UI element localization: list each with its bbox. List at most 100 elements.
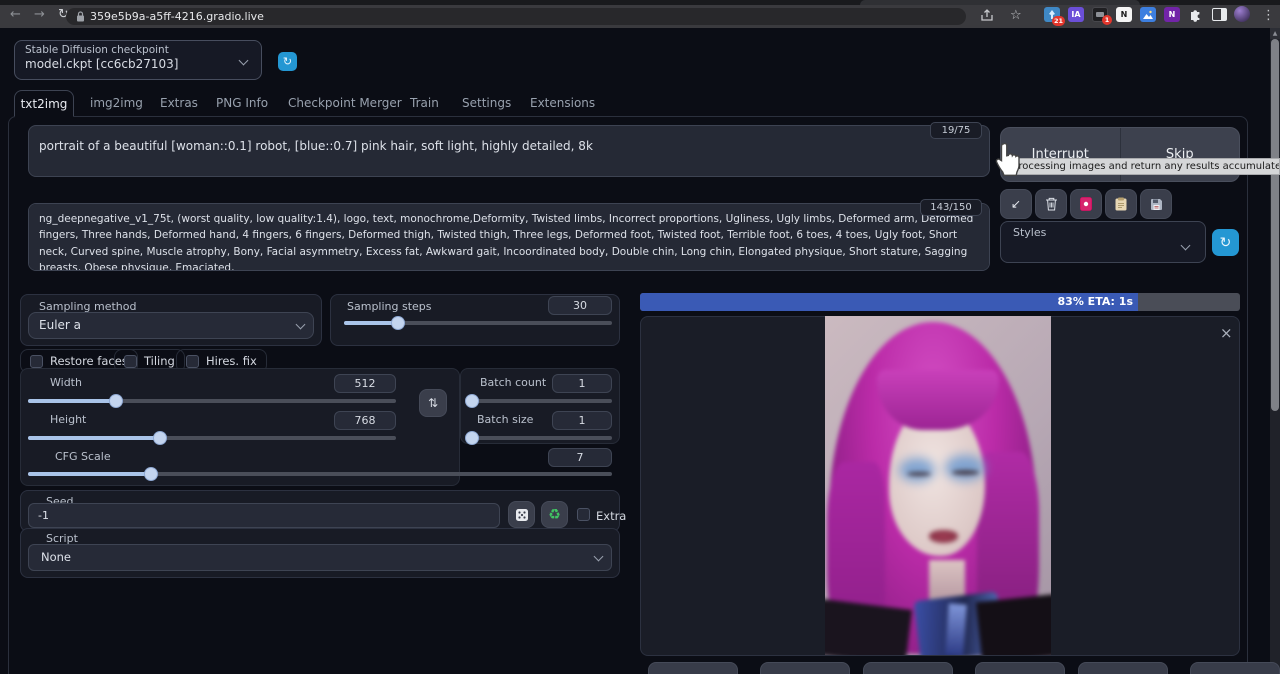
checkpoint-select[interactable]: model.ckpt [cc6cb27103] xyxy=(15,56,261,71)
batch-size-label: Batch size xyxy=(477,413,533,426)
prompt-input[interactable]: portrait of a beautiful [woman::0.1] rob… xyxy=(28,125,990,177)
swap-arrows-icon: ⇅ xyxy=(428,396,438,410)
lips xyxy=(929,530,958,543)
browser-address-bar[interactable]: 359e5b9a-a5ff-4216.gradio.live xyxy=(66,8,966,25)
batch-size-slider[interactable] xyxy=(468,431,612,445)
refresh-styles-button[interactable]: ↻ xyxy=(1212,229,1239,256)
app-window: ← → ↻ 359e5b9a-a5ff-4216.gradio.live ☆ 2… xyxy=(0,0,1280,674)
tab-extensions[interactable]: Extensions xyxy=(530,96,595,110)
browser-forward-icon[interactable]: → xyxy=(34,8,45,22)
browser-profile-avatar[interactable] xyxy=(1234,6,1250,22)
eye-left xyxy=(907,472,931,476)
chevron-down-icon[interactable] xyxy=(1181,241,1191,251)
tab-train[interactable]: Train xyxy=(410,96,439,110)
reuse-seed-button[interactable]: ♻ xyxy=(541,501,568,528)
floppy-disk-icon xyxy=(1150,198,1163,211)
width-slider[interactable] xyxy=(28,394,396,408)
save-style-button[interactable] xyxy=(1140,189,1172,219)
trash-icon xyxy=(1045,197,1058,211)
result-action-button[interactable] xyxy=(1078,662,1168,674)
generation-progress-bar: 83% ETA: 1s xyxy=(640,293,1240,311)
scrollbar-up-icon[interactable]: ▲ xyxy=(1270,28,1280,39)
styles-label: Styles xyxy=(1001,222,1205,239)
cfg-scale-slider[interactable] xyxy=(28,467,612,481)
batch-size-value[interactable]: 1 xyxy=(552,411,612,430)
result-action-button[interactable] xyxy=(760,662,850,674)
progress-text: 83% ETA: 1s xyxy=(1058,295,1133,308)
negative-prompt-input[interactable]: ng_deepnegative_v1_75t, (worst quality, … xyxy=(28,203,990,271)
extension-notion-icon[interactable]: N xyxy=(1116,7,1132,22)
restore-faces-checkbox[interactable] xyxy=(30,355,43,368)
tab-png-info[interactable]: PNG Info xyxy=(216,96,268,110)
extension-photos-icon[interactable] xyxy=(1140,7,1156,22)
browser-menu-dots-icon[interactable]: ⋮ xyxy=(1262,8,1275,24)
tab-img2img[interactable]: img2img xyxy=(90,96,143,110)
sampling-steps-slider[interactable] xyxy=(344,316,612,330)
sampling-method-label: Sampling method xyxy=(21,295,321,313)
width-label: Width xyxy=(50,376,82,389)
close-preview-icon[interactable]: × xyxy=(1220,324,1233,342)
recycle-icon: ♻ xyxy=(548,507,561,523)
result-action-button[interactable] xyxy=(863,662,953,674)
height-label: Height xyxy=(50,413,86,426)
extra-networks-button[interactable] xyxy=(1070,189,1102,219)
seed-extra-label: Extra xyxy=(596,509,626,523)
url-text: 359e5b9a-a5ff-4216.gradio.live xyxy=(90,10,264,23)
batch-count-slider[interactable] xyxy=(468,394,612,408)
batch-count-value[interactable]: 1 xyxy=(552,374,612,393)
seed-extra-checkbox[interactable] xyxy=(577,508,590,521)
result-action-button[interactable] xyxy=(1190,662,1280,674)
tab-settings[interactable]: Settings xyxy=(462,96,511,110)
extension-ia-icon[interactable]: IA xyxy=(1068,7,1084,22)
refresh-checkpoint-button[interactable]: ↻ xyxy=(278,52,297,71)
side-panel-icon[interactable] xyxy=(1212,8,1227,21)
seed-input[interactable]: -1 xyxy=(28,503,500,528)
clear-prompt-button[interactable] xyxy=(1035,189,1067,219)
tab-extras[interactable]: Extras xyxy=(160,96,198,110)
prompt-token-counter: 19/75 xyxy=(930,122,982,139)
width-value[interactable]: 512 xyxy=(334,374,396,393)
eyeshadow-left xyxy=(899,458,935,482)
styles-block: Styles xyxy=(1000,221,1206,263)
clipboard-icon xyxy=(1115,197,1127,211)
browser-back-icon[interactable]: ← xyxy=(10,8,21,22)
tab-txt2img[interactable]: txt2img xyxy=(14,90,74,117)
script-select[interactable]: None xyxy=(28,544,612,571)
read-parameters-button[interactable]: ↙ xyxy=(1000,189,1032,219)
progress-fill: 83% ETA: 1s xyxy=(640,293,1138,311)
generated-image-preview[interactable] xyxy=(825,316,1051,655)
extension-onenote-icon[interactable]: N xyxy=(1164,7,1180,22)
cfg-scale-value[interactable]: 7 xyxy=(548,448,612,467)
clothing-right xyxy=(976,594,1051,655)
eye-right xyxy=(952,470,979,475)
share-icon[interactable] xyxy=(980,9,994,22)
portrait-art xyxy=(825,316,1051,655)
result-action-button[interactable] xyxy=(975,662,1065,674)
apply-style-button[interactable] xyxy=(1105,189,1137,219)
swap-dimensions-button[interactable]: ⇅ xyxy=(419,389,447,417)
extension-camera-badge: 1 xyxy=(1102,15,1112,25)
robot-strap xyxy=(945,603,967,655)
extension-pin-icon[interactable]: 21 xyxy=(1044,7,1060,22)
height-slider[interactable] xyxy=(28,431,396,445)
extensions-puzzle-icon[interactable] xyxy=(1188,7,1203,22)
cfg-scale-label: CFG Scale xyxy=(55,450,111,463)
random-seed-button[interactable] xyxy=(508,501,535,528)
batch-count-label: Batch count xyxy=(480,376,546,389)
hires-fix-checkbox[interactable] xyxy=(186,355,199,368)
checkpoint-block: Stable Diffusion checkpoint model.ckpt [… xyxy=(14,40,262,80)
script-label: Script xyxy=(21,529,619,545)
bookmark-star-icon[interactable]: ☆ xyxy=(1010,8,1022,24)
negative-prompt-token-counter: 143/150 xyxy=(920,199,982,216)
hires-fix-label: Hires. fix xyxy=(206,354,257,368)
scrollbar-thumb[interactable] xyxy=(1271,39,1279,411)
result-action-button[interactable] xyxy=(648,662,738,674)
extension-camera-icon[interactable]: 1 xyxy=(1092,7,1108,22)
tab-checkpoint-merger[interactable]: Checkpoint Merger xyxy=(288,96,402,110)
tiling-checkbox[interactable] xyxy=(124,355,137,368)
sampling-method-select[interactable]: Euler a xyxy=(28,312,314,339)
dice-icon xyxy=(515,508,529,522)
card-icon xyxy=(1080,197,1092,211)
sampling-steps-value[interactable]: 30 xyxy=(548,296,612,315)
height-value[interactable]: 768 xyxy=(334,411,396,430)
